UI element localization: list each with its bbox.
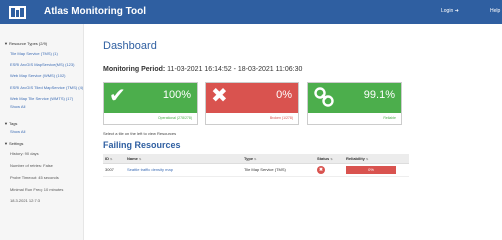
tile-broken-footer-label: Broken (1/278)	[269, 116, 293, 120]
caret-down-icon: ▼	[4, 141, 8, 146]
login-label: Login	[441, 8, 454, 14]
cross-icon: ✖	[211, 85, 228, 107]
row-reliability: 0%	[344, 163, 409, 177]
sort-icon: ⇅	[110, 156, 113, 161]
column-reliability[interactable]: Reliability⇅	[344, 154, 409, 164]
sign-in-icon: ➜	[454, 8, 459, 14]
app-title[interactable]: Atlas Monitoring Tool	[44, 6, 146, 17]
setting-run-freq: Minimal Run Freq: 10 minutes	[10, 187, 64, 192]
sidebar: ▼Resource Types (2/9) Tile Map Service (…	[0, 24, 84, 240]
sidebar-item-esri-tms[interactable]: ESRI ArcGIS Tiled MapService (TMS) (4)	[10, 85, 83, 90]
tile-operational-header: ✔ 100%	[104, 83, 197, 114]
sidebar-item-wms[interactable]: Web Map Service (WMS) (102)	[10, 73, 66, 78]
caret-down-icon: ▼	[4, 121, 8, 126]
tile-broken-value: 0%	[276, 89, 292, 101]
sidebar-item-esri-ms[interactable]: ESRI ArcGIS MapService(MS) (123)	[10, 62, 74, 67]
login-link[interactable]: Login ➜	[441, 8, 459, 14]
tile-broken[interactable]: ✖ 0% Broken (1/278)	[205, 82, 299, 125]
tile-reliable-footer-label: Reliable	[383, 116, 396, 120]
tile-reliable-value: 99.1%	[363, 89, 395, 101]
tile-hint: Select a tile on the left to view Resour…	[103, 131, 177, 136]
column-id[interactable]: ID⇅	[103, 154, 125, 164]
checkmark-icon: ✔	[109, 85, 126, 107]
sort-icon: ⇅	[330, 156, 333, 161]
sort-icon: ⇅	[365, 156, 369, 161]
column-name-label: Name	[127, 155, 138, 161]
table-row: 3007 Seattle traffic density map Tile Ma…	[103, 163, 409, 177]
link-icon	[314, 87, 334, 107]
sort-icon: ⇅	[138, 156, 142, 161]
tile-reliable-header: 99.1%	[308, 83, 401, 114]
help-link[interactable]: Help	[490, 8, 500, 14]
period-value: 11-03-2021 16:14:52 - 18-03-2021 11:06:3…	[167, 66, 303, 73]
table-header-row: ID⇅ Name⇅ Type⇅ Status⇅ Reliability⇅	[103, 154, 409, 164]
failing-resources-title: Failing Resources	[103, 140, 181, 150]
tile-operational-footer-label: Operational (278/278)	[157, 116, 192, 120]
tile-reliable[interactable]: 99.1% Reliable	[307, 82, 402, 125]
tile-operational[interactable]: ✔ 100% Operational (278/278)	[103, 82, 198, 125]
tile-broken-footer: Broken (1/278)	[206, 113, 298, 124]
sidebar-item-wmts[interactable]: Web Map Tile Service (WMTS) (17)	[10, 96, 73, 101]
page-title: Dashboard	[103, 40, 157, 52]
setting-retries: Number of retries: False	[10, 163, 53, 168]
tags-heading[interactable]: ▼Tags	[4, 121, 17, 126]
column-name[interactable]: Name⇅	[125, 154, 242, 164]
setting-history: History: 90 days	[10, 151, 39, 156]
setting-timestamp: 18.3.2021 12:7:3	[10, 198, 41, 203]
tile-operational-value: 100%	[162, 89, 191, 101]
row-status: ✖	[315, 163, 344, 177]
sidebar-item-tms[interactable]: Tile Map Service (TMS) (1)	[10, 51, 58, 56]
reliability-bar: 0%	[346, 165, 396, 174]
row-id: 3007	[103, 163, 125, 177]
tile-operational-footer: Operational (278/278)	[104, 113, 197, 124]
column-status[interactable]: Status⇅	[315, 154, 344, 164]
tags-show-all[interactable]: Show All	[10, 129, 25, 134]
column-type[interactable]: Type⇅	[242, 154, 315, 164]
column-status-label: Status	[317, 155, 330, 161]
status-failed-icon: ✖	[317, 165, 325, 174]
sort-icon: ⇅	[254, 156, 257, 161]
row-name-link[interactable]: Seattle traffic density map	[125, 163, 242, 177]
tile-broken-header: ✖ 0%	[206, 83, 298, 114]
caret-down-icon: ▼	[4, 41, 8, 46]
resource-types-heading[interactable]: ▼Resource Types (2/9)	[4, 41, 47, 46]
tags-heading-label: Tags	[8, 121, 18, 126]
column-id-label: ID	[105, 155, 109, 161]
failing-resources-table: ID⇅ Name⇅ Type⇅ Status⇅ Reliability⇅ 300…	[103, 154, 409, 177]
setting-probe-timeout: Probe Timeout: 45 seconds	[10, 175, 59, 180]
logo-icon	[9, 6, 26, 19]
column-type-label: Type	[244, 155, 254, 161]
column-reliability-label: Reliability	[346, 155, 365, 161]
tile-reliable-footer: Reliable	[308, 113, 401, 124]
period-label: Monitoring Period:	[103, 66, 166, 73]
settings-heading-label: Settings	[8, 141, 24, 146]
resource-types-heading-label: Resource Types (2/9)	[8, 41, 48, 46]
top-navbar: Atlas Monitoring Tool Login ➜ Help	[0, 0, 502, 24]
resource-types-show-all[interactable]: Show All	[10, 104, 25, 109]
monitoring-period: Monitoring Period: 11-03-2021 16:14:52 -…	[103, 66, 302, 73]
settings-heading[interactable]: ▼Settings	[4, 141, 23, 146]
row-type: Tile Map Service (TMS)	[242, 163, 315, 177]
